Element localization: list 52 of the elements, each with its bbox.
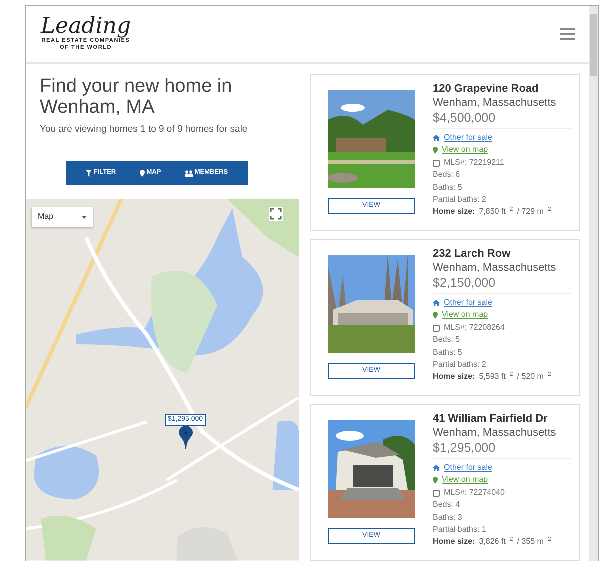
beds-count: Beds: 5 [433, 334, 462, 346]
mls-number: MLS#: 72274040 [444, 486, 505, 499]
view-on-map-link[interactable]: View on map [442, 309, 488, 322]
beds-count: Beds: 4 [433, 499, 462, 512]
listing-address: 41 William Fairfield Dr [433, 412, 549, 426]
square-icon [433, 160, 440, 167]
fullscreen-icon[interactable] [269, 207, 283, 222]
listing-city: Wenham, Massachusetts [433, 96, 558, 110]
partial-baths-count: Partial baths: 2 [433, 194, 488, 206]
house-icon [433, 300, 440, 306]
partial-baths-count: Partial baths: 1 [433, 524, 488, 536]
page-heading: Find your new home in Wenham, MA [40, 76, 234, 118]
view-on-map-link[interactable]: View on map [442, 474, 488, 487]
logo-wordmark: Leading [40, 16, 132, 38]
listing-city: Wenham, Massachusetts [433, 426, 558, 440]
home-size: Home size: 7,850 ft$^{2}$ / 729 m$^{2}$ [433, 206, 552, 218]
square-icon [433, 490, 440, 497]
home-size: Home size: 3,826 ft$^{2}$ / 355 m$^{2}$ [433, 536, 552, 548]
pin-icon [433, 477, 438, 484]
listing-price: $2,150,000 [433, 275, 571, 294]
baths-count: Baths: 5 [433, 346, 464, 359]
pin-icon [140, 170, 145, 177]
menu-icon[interactable] [560, 28, 575, 40]
map-type-dropdown[interactable]: Map [32, 207, 93, 228]
pin-icon [433, 312, 438, 320]
caret-icon [82, 216, 87, 219]
listing-address: 120 Grapevine Road [433, 82, 540, 96]
house-icon [433, 465, 440, 472]
results-summary: You are viewing homes 1 to 9 of 9 homes for sale [40, 123, 249, 137]
mls-number: MLS#: 72219211 [444, 156, 504, 169]
pin-icon [433, 147, 438, 154]
listing-address: 232 Larch Row [433, 247, 512, 261]
home-size: Home size: 5,593 ft$^{2}$ / 520 m$^{2}$ [433, 371, 552, 384]
listing-city: Wenham, Massachusetts [433, 261, 558, 275]
group-icon [184, 170, 193, 177]
house-icon [433, 135, 440, 142]
baths-count: Baths: 3 [433, 512, 464, 524]
category-link[interactable]: Other for sale [444, 132, 492, 144]
scrollbar[interactable] [589, 6, 598, 561]
partial-baths-count: Partial baths: 2 [433, 359, 488, 372]
scrollbar-thumb[interactable] [590, 14, 597, 76]
filter-icon [86, 170, 92, 177]
listing-price: $4,500,000 [433, 110, 571, 129]
mls-number: MLS#: 72208264 [444, 322, 505, 334]
square-icon [433, 324, 440, 332]
category-link[interactable]: Other for sale [444, 462, 492, 474]
beds-count: Beds: 6 [433, 169, 462, 182]
view-on-map-link[interactable]: View on map [442, 144, 488, 157]
baths-count: Baths: 5 [433, 182, 464, 194]
category-link[interactable]: Other for sale [444, 297, 492, 310]
map-pin-icon[interactable] [179, 426, 193, 450]
listing-price: $1,295,000 [433, 440, 571, 459]
